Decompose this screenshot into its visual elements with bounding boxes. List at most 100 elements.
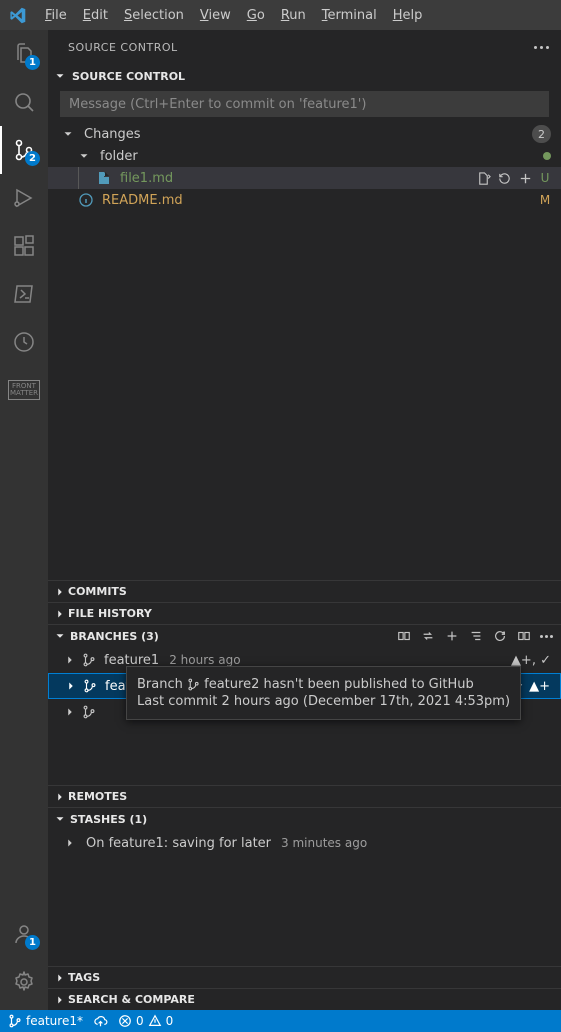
folder-status-dot	[543, 152, 551, 160]
source-control-panel: SOURCE CONTROL SOURCE CONTROL Changes 2	[48, 30, 561, 1010]
scm-repo-section: SOURCE CONTROL Changes 2 folder	[48, 65, 561, 211]
menu-selection[interactable]: Selection	[117, 4, 191, 27]
commits-section-header[interactable]: COMMITS	[48, 580, 561, 602]
branches-header[interactable]: BRANCHES (3)	[48, 625, 561, 647]
commit-message-input[interactable]	[60, 91, 549, 117]
commit-message-container	[60, 91, 549, 117]
search-icon[interactable]	[0, 78, 48, 126]
status-branch[interactable]: feature1*	[8, 1014, 83, 1028]
tags-label: TAGS	[68, 971, 100, 984]
status-warnings: 0	[166, 1014, 174, 1028]
accounts-icon[interactable]: 1	[0, 910, 48, 958]
changed-file-row[interactable]: file1.md U	[48, 167, 561, 189]
tooltip-line1: Branch feature2 hasn't been published to…	[137, 677, 510, 692]
folder-name: folder	[100, 149, 539, 164]
extensions-icon[interactable]	[0, 222, 48, 270]
chevron-right-icon	[62, 704, 78, 720]
status-problems[interactable]: 0 0	[118, 1014, 173, 1028]
chevron-right-icon	[62, 652, 78, 668]
explorer-icon[interactable]: 1	[0, 30, 48, 78]
changes-folder[interactable]: folder	[48, 145, 561, 167]
panel-more-icon[interactable]	[534, 46, 549, 49]
cloud-upload-icon	[93, 1014, 108, 1029]
status-sync[interactable]	[93, 1014, 108, 1029]
stash-row[interactable]: On feature1: saving for later 3 minutes …	[48, 830, 561, 856]
branches-actions	[396, 628, 553, 644]
menu-help[interactable]: Help	[386, 4, 430, 27]
frontmatter-icon[interactable]: FRONTMATTER	[0, 366, 48, 414]
search-compare-label: SEARCH & COMPARE	[68, 993, 195, 1006]
chevron-down-icon	[60, 126, 76, 142]
file-name: file1.md	[120, 171, 472, 186]
vscode-logo-icon	[8, 6, 26, 24]
powershell-icon[interactable]	[0, 270, 48, 318]
status-bar: feature1* 0 0	[0, 1010, 561, 1032]
stage-plus-icon[interactable]	[518, 171, 533, 186]
tooltip-line2: Last commit 2 hours ago (December 17th, …	[137, 694, 510, 709]
status-branch-name: feature1*	[26, 1014, 83, 1028]
stashes-section: STASHES (1) On feature1: saving for late…	[48, 807, 561, 966]
switch-icon[interactable]	[420, 628, 436, 644]
chevron-right-icon	[62, 835, 78, 851]
branches-label: BRANCHES (3)	[70, 630, 159, 643]
menu-run[interactable]: Run	[274, 4, 313, 27]
chevron-down-icon	[76, 148, 92, 164]
changes-label: Changes	[84, 127, 528, 142]
changes-count: 2	[532, 125, 551, 143]
chevron-right-icon	[52, 584, 68, 600]
refresh-icon[interactable]	[492, 628, 508, 644]
changed-file-row[interactable]: README.md M	[48, 189, 561, 211]
plus-icon[interactable]	[444, 628, 460, 644]
scm-repo-label: SOURCE CONTROL	[72, 70, 185, 83]
frontmatter-bottom: MATTER	[10, 390, 38, 397]
file-actions	[476, 171, 533, 186]
branch-icon	[82, 653, 96, 667]
list-icon[interactable]	[468, 628, 484, 644]
file-history-section-header[interactable]: FILE HISTORY	[48, 602, 561, 624]
stashes-header[interactable]: STASHES (1)	[48, 808, 561, 830]
stash-name: On feature1: saving for later	[86, 836, 271, 851]
settings-gear-icon[interactable]	[0, 958, 48, 1006]
file-history-label: FILE HISTORY	[68, 607, 152, 620]
scm-repo-header[interactable]: SOURCE CONTROL	[48, 65, 561, 87]
chevron-down-icon	[52, 628, 68, 644]
markdown-file-icon	[96, 170, 112, 186]
discard-icon[interactable]	[497, 171, 512, 186]
branch-icon	[83, 679, 97, 693]
file-status: U	[539, 171, 551, 185]
search-compare-section-header[interactable]: SEARCH & COMPARE	[48, 988, 561, 1010]
menu-edit[interactable]: Edit	[76, 4, 115, 27]
open-file-icon[interactable]	[476, 171, 491, 186]
copy-layout-icon[interactable]	[516, 628, 532, 644]
layout-icon[interactable]	[396, 628, 412, 644]
menu-view[interactable]: View	[193, 4, 238, 27]
title-bar: File Edit Selection View Go Run Terminal…	[0, 0, 561, 30]
tree-guide	[78, 167, 88, 189]
chevron-down-icon	[52, 68, 68, 84]
chevron-right-icon	[52, 789, 68, 805]
stash-time: 3 minutes ago	[281, 836, 367, 850]
source-control-icon[interactable]: 2	[0, 126, 48, 174]
remotes-label: REMOTES	[68, 790, 127, 803]
branch-time: 2 hours ago	[169, 653, 240, 667]
scm-badge: 2	[25, 151, 40, 166]
chevron-right-icon	[52, 992, 68, 1008]
stashes-label: STASHES (1)	[70, 813, 147, 826]
explorer-badge: 1	[25, 55, 40, 70]
chevron-down-icon	[52, 811, 68, 827]
activity-bar: 1 2 FRONTMATTER	[0, 30, 48, 1010]
chevron-right-icon	[52, 606, 68, 622]
branch-icon	[82, 705, 96, 719]
menu-go[interactable]: Go	[240, 4, 272, 27]
branch-tooltip: Branch feature2 hasn't been published to…	[126, 666, 521, 720]
live-server-icon[interactable]	[0, 318, 48, 366]
menu-terminal[interactable]: Terminal	[315, 4, 384, 27]
panel-title-text: SOURCE CONTROL	[68, 41, 178, 54]
branches-more-icon[interactable]	[540, 635, 553, 638]
changes-header[interactable]: Changes 2	[48, 123, 561, 145]
remotes-section-header[interactable]: REMOTES	[48, 785, 561, 807]
info-file-icon	[78, 192, 94, 208]
tags-section-header[interactable]: TAGS	[48, 966, 561, 988]
menu-file[interactable]: File	[38, 4, 74, 27]
run-debug-icon[interactable]	[0, 174, 48, 222]
